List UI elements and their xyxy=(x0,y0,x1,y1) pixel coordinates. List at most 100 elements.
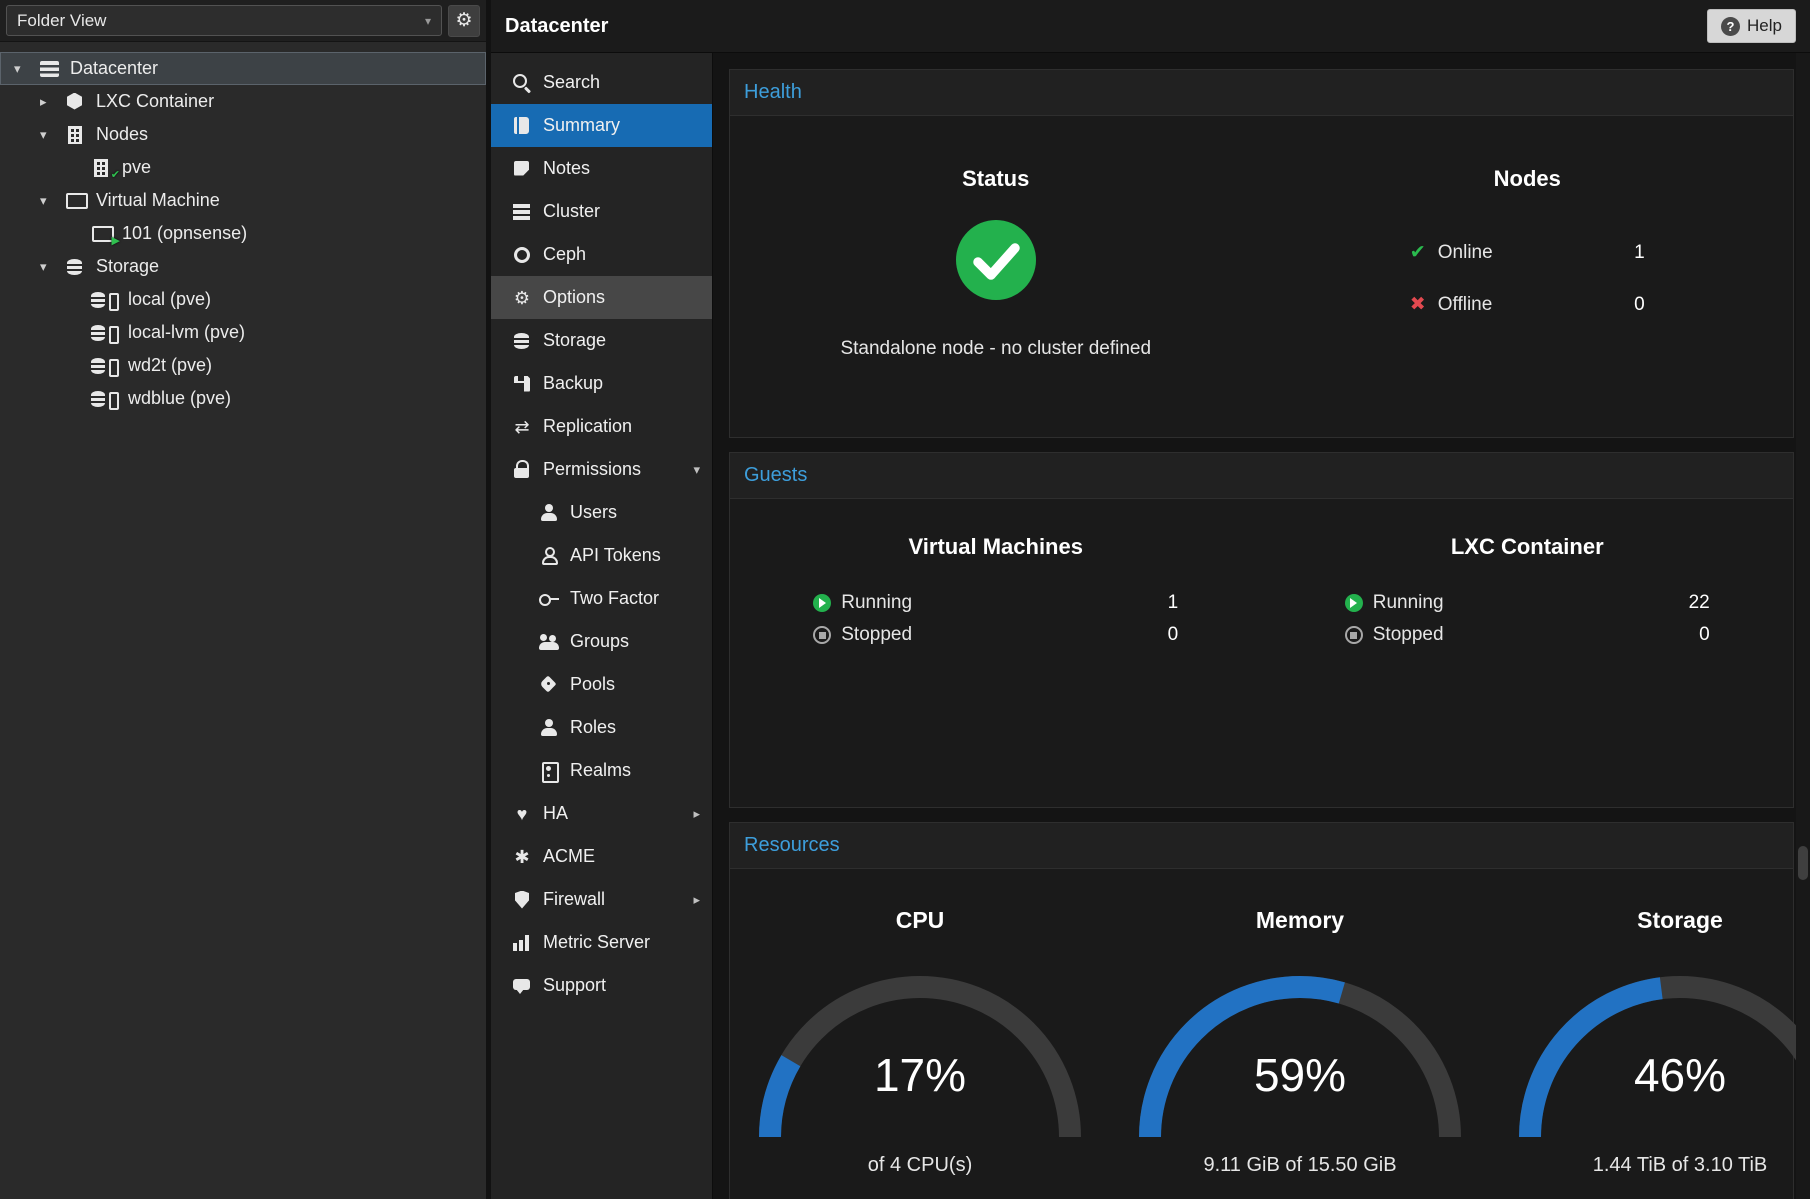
tree-item-pve[interactable]: ✔ pve xyxy=(0,151,486,184)
scrollbar-thumb[interactable] xyxy=(1798,846,1808,880)
tree-item-storage-local-lvm[interactable]: local-lvm (pve) xyxy=(0,316,486,349)
menu-item-label: HA xyxy=(543,803,568,824)
address-book-icon xyxy=(538,761,560,781)
status-ok-icon xyxy=(954,218,1038,302)
server-stack-icon xyxy=(511,202,533,222)
menu-item-storage[interactable]: Storage xyxy=(491,319,712,362)
menu-item-ha[interactable]: ♥ HA ▸ xyxy=(491,792,712,835)
menu-item-label: Support xyxy=(543,975,606,996)
chevron-down-icon[interactable]: ▾ xyxy=(40,193,64,209)
menu-item-two-factor[interactable]: Two Factor xyxy=(491,577,712,620)
tree-item-virtual-machine[interactable]: ▾ Virtual Machine xyxy=(0,184,486,217)
tree-item-storage-wdblue[interactable]: wdblue (pve) xyxy=(0,382,486,415)
running-count: 1 xyxy=(1138,592,1178,614)
tree-item-label: Virtual Machine xyxy=(96,190,220,211)
tree-item-label: Nodes xyxy=(96,124,148,145)
menu-item-notes[interactable]: Notes xyxy=(491,147,712,190)
scrollbar-track[interactable] xyxy=(1796,53,1810,1199)
view-mode-select[interactable]: Folder View ▾ xyxy=(6,5,442,36)
gauge-percent: 59% xyxy=(1110,1048,1490,1102)
help-button[interactable]: ? Help xyxy=(1707,9,1796,43)
menu-item-users[interactable]: Users xyxy=(491,491,712,534)
menu-item-label: Users xyxy=(570,502,617,523)
vm-running-row: Running 1 xyxy=(813,589,1178,617)
menu-item-groups[interactable]: Groups xyxy=(491,620,712,663)
menu-item-ceph[interactable]: Ceph xyxy=(491,233,712,276)
tree-item-lxc-container[interactable]: ▸ LXC Container xyxy=(0,85,486,118)
menu-item-realms[interactable]: Realms xyxy=(491,749,712,792)
gauge-percent: 46% xyxy=(1490,1048,1810,1102)
menu-item-roles[interactable]: Roles xyxy=(491,706,712,749)
menu-item-label: Groups xyxy=(570,631,629,652)
menu-item-pools[interactable]: Pools xyxy=(491,663,712,706)
help-icon: ? xyxy=(1721,17,1740,36)
gauge-title: CPU xyxy=(896,907,945,934)
summary-content: Health Status Standalone node - no clust… xyxy=(713,53,1810,1199)
menu-item-label: Ceph xyxy=(543,244,586,265)
menu-item-label: Cluster xyxy=(543,201,600,222)
menu-item-api-tokens[interactable]: API Tokens xyxy=(491,534,712,577)
right-region: Datacenter ? Help Search Summary Note xyxy=(491,0,1810,1199)
gauge-arc: 59% xyxy=(1110,962,1490,1150)
unlock-icon xyxy=(511,460,533,480)
database-drive-icon xyxy=(90,323,122,343)
menu-item-label: Backup xyxy=(543,373,603,394)
menu-item-replication[interactable]: ⇄ Replication xyxy=(491,405,712,448)
tree-item-datacenter[interactable]: ▾ Datacenter xyxy=(0,52,486,85)
chevron-down-icon[interactable]: ▾ xyxy=(14,61,38,77)
cross-icon: ✖ xyxy=(1410,293,1438,316)
column-title: Status xyxy=(962,166,1029,192)
menu-item-options[interactable]: ⚙ Options xyxy=(491,276,712,319)
datacenter-menu: Search Summary Notes Cluster Ceph xyxy=(491,53,713,1199)
stopped-icon xyxy=(1345,626,1363,644)
tree-item-storage-local[interactable]: local (pve) xyxy=(0,283,486,316)
column-title: Virtual Machines xyxy=(909,534,1083,560)
gauge-detail: 1.44 TiB of 3.10 TiB xyxy=(1593,1154,1768,1177)
stopped-icon xyxy=(813,626,831,644)
menu-item-cluster[interactable]: Cluster xyxy=(491,190,712,233)
tree-settings-button[interactable]: ⚙ xyxy=(448,5,480,37)
menu-item-label: Replication xyxy=(543,416,632,437)
gear-icon: ⚙ xyxy=(511,288,533,308)
chevron-right-icon: ▸ xyxy=(693,806,700,822)
storage-gauge: Storage 46% 1.44 TiB of 3.10 TiB xyxy=(1490,869,1810,1177)
certificate-icon: ✱ xyxy=(511,847,533,867)
menu-item-support[interactable]: Support xyxy=(491,964,712,1007)
resources-panel-header: Resources xyxy=(730,823,1793,869)
topbar: Datacenter ? Help xyxy=(491,0,1810,53)
cube-icon xyxy=(64,92,90,112)
chevron-down-icon: ▾ xyxy=(425,14,431,28)
tree-item-label: Datacenter xyxy=(70,58,158,79)
menu-item-acme[interactable]: ✱ ACME xyxy=(491,835,712,878)
chevron-right-icon[interactable]: ▸ xyxy=(40,94,64,110)
lxc-stopped-row: Stopped 0 xyxy=(1345,621,1710,649)
menu-item-search[interactable]: Search xyxy=(491,61,712,104)
tree-toolbar: Folder View ▾ ⚙ xyxy=(0,0,486,42)
chevron-down-icon: ▾ xyxy=(693,462,700,478)
menu-item-summary[interactable]: Summary xyxy=(491,104,712,147)
menu-item-label: Search xyxy=(543,72,600,93)
tree-item-storage-wd2t[interactable]: wd2t (pve) xyxy=(0,349,486,382)
menu-item-label: Firewall xyxy=(543,889,605,910)
health-panel: Health Status Standalone node - no clust… xyxy=(729,69,1794,438)
menu-item-label: Two Factor xyxy=(570,588,659,609)
menu-item-firewall[interactable]: Firewall ▸ xyxy=(491,878,712,921)
running-play-badge-icon: ▶ xyxy=(112,236,120,247)
menu-item-metric-server[interactable]: Metric Server xyxy=(491,921,712,964)
tree-item-label: LXC Container xyxy=(96,91,214,112)
chevron-down-icon[interactable]: ▾ xyxy=(40,259,64,275)
note-icon xyxy=(511,159,533,179)
guests-panel: Guests Virtual Machines Running 1 xyxy=(729,452,1794,808)
person-icon xyxy=(538,718,560,738)
menu-item-label: Realms xyxy=(570,760,631,781)
menu-item-permissions[interactable]: Permissions ▾ xyxy=(491,448,712,491)
gauge-percent: 17% xyxy=(730,1048,1110,1102)
menu-item-backup[interactable]: Backup xyxy=(491,362,712,405)
tree-item-storage[interactable]: ▾ Storage xyxy=(0,250,486,283)
menu-item-label: Metric Server xyxy=(543,932,650,953)
tree-item-vm-101[interactable]: ▶ 101 (opnsense) xyxy=(0,217,486,250)
chevron-down-icon[interactable]: ▾ xyxy=(40,127,64,143)
chat-bubble-icon xyxy=(511,976,533,996)
tree-item-nodes[interactable]: ▾ Nodes xyxy=(0,118,486,151)
menu-item-label: ACME xyxy=(543,846,595,867)
